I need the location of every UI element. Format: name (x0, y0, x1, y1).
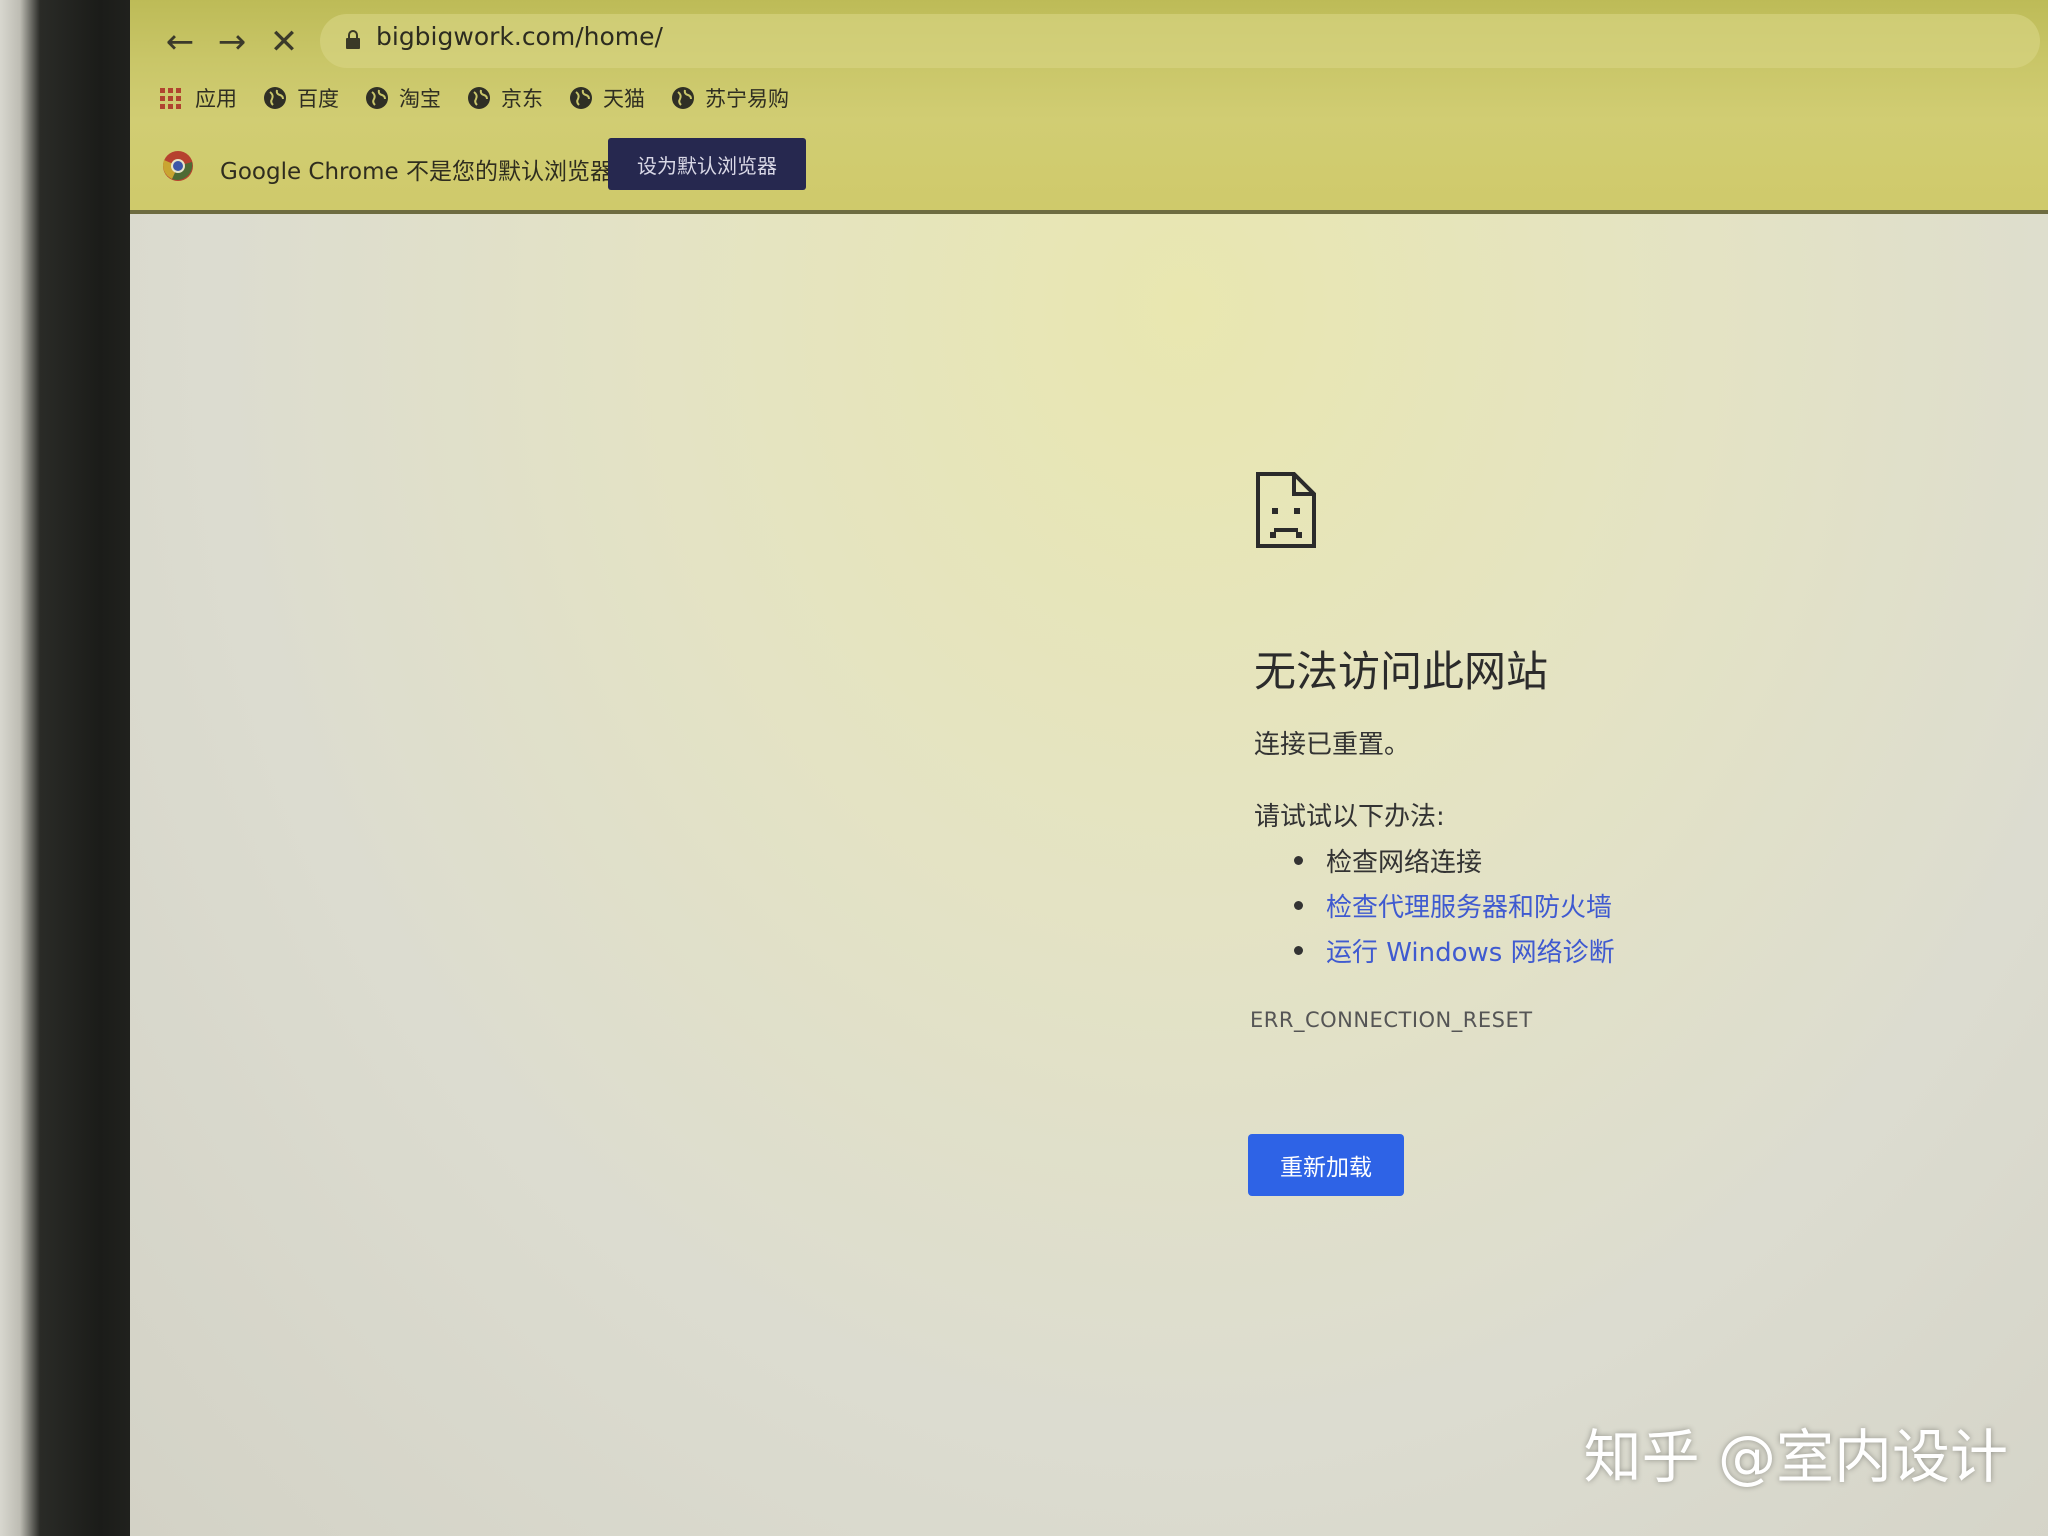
url-text[interactable]: bigbigwork.com/home/ (376, 22, 663, 51)
bookmarks-bar: 应用 百度 淘宝 京东 天猫 苏宁易购 (160, 78, 815, 118)
globe-icon (366, 87, 388, 109)
bookmark-apps[interactable]: 应用 (160, 83, 237, 113)
globe-icon (570, 87, 592, 109)
bookmark-suning[interactable]: 苏宁易购 (671, 83, 789, 113)
globe-icon (672, 87, 694, 109)
watermark: 知乎 @室内设计 (1583, 1423, 2008, 1491)
globe-icon (264, 87, 286, 109)
error-subtitle: 连接已重置。 (1254, 730, 1411, 760)
chrome-logo-icon (163, 151, 193, 181)
suggestions-list: 检查网络连接 检查代理服务器和防火墙 运行 Windows 网络诊断 (1254, 842, 1615, 977)
back-button[interactable]: ← (160, 22, 200, 62)
browser-window: ← → ✕ bigbigwork.com/home/ 应用 百度 淘宝 京东 天… (130, 0, 2048, 1536)
suggestion-check-network: 检查网络连接 (1254, 842, 1615, 887)
forward-button[interactable]: → (212, 22, 252, 62)
bookmark-tmall[interactable]: 天猫 (569, 83, 645, 113)
bookmark-label: 苏宁易购 (705, 87, 789, 111)
bookmark-label: 百度 (297, 87, 339, 111)
bookmark-label: 天猫 (603, 87, 645, 111)
sad-document-icon (1256, 472, 1316, 548)
bookmark-jd[interactable]: 京东 (467, 83, 543, 113)
arrow-left-icon: ← (165, 22, 195, 62)
suggestion-run-diagnostics-link[interactable]: 运行 Windows 网络诊断 (1254, 932, 1615, 977)
bookmark-label: 京东 (501, 87, 543, 111)
reload-button[interactable]: 重新加载 (1248, 1134, 1404, 1196)
arrow-right-icon: → (217, 22, 247, 62)
monitor-bezel (0, 0, 150, 1536)
bookmark-baidu[interactable]: 百度 (263, 83, 339, 113)
bookmark-taobao[interactable]: 淘宝 (365, 83, 441, 113)
suggestions-heading: 请试试以下办法: (1254, 802, 1445, 832)
close-icon: ✕ (269, 22, 299, 62)
page-title: 无法访问此网站 (1254, 647, 1549, 696)
stop-button[interactable]: ✕ (264, 22, 304, 62)
bookmark-label: 淘宝 (399, 87, 441, 111)
bookmark-label: 应用 (195, 87, 237, 111)
set-default-browser-button[interactable]: 设为默认浏览器 (608, 138, 806, 190)
globe-icon (468, 87, 490, 109)
suggestion-check-proxy-link[interactable]: 检查代理服务器和防火墙 (1254, 887, 1615, 932)
error-code: ERR_CONNECTION_RESET (1250, 1008, 1533, 1032)
apps-grid-icon (160, 87, 181, 109)
infobar-message: Google Chrome 不是您的默认浏览器 (220, 159, 613, 185)
default-browser-infobar: Google Chrome 不是您的默认浏览器 设为默认浏览器 (130, 128, 2048, 208)
lock-icon (346, 30, 360, 49)
browser-toolbar: ← → ✕ bigbigwork.com/home/ 应用 百度 淘宝 京东 天… (130, 0, 2048, 214)
